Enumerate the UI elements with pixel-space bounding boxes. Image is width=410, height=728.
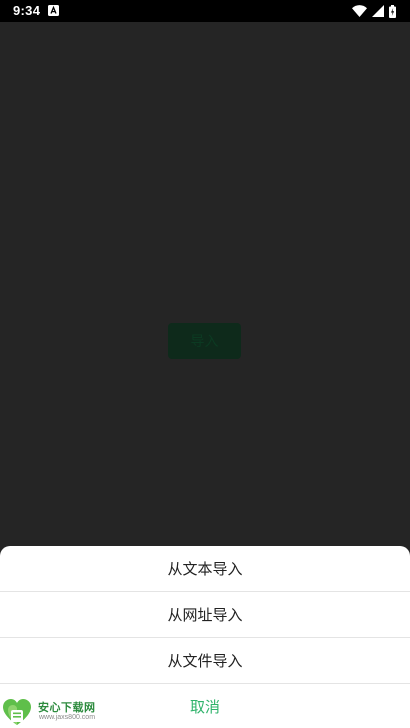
status-time: 9:34 [13, 3, 41, 18]
watermark: 安心下载网 www.jaxs800.com [0, 697, 108, 728]
import-button[interactable]: 导入 [168, 323, 241, 359]
import-from-text-option[interactable]: 从文本导入 [0, 546, 410, 592]
watermark-url: www.jaxs800.com [39, 714, 96, 721]
battery-icon [389, 4, 396, 18]
wifi-icon [352, 5, 367, 17]
status-bar: 9:34 [0, 0, 410, 22]
import-from-url-option[interactable]: 从网址导入 [0, 592, 410, 638]
watermark-site-name: 安心下载网 [38, 701, 96, 714]
import-from-file-option[interactable]: 从文件导入 [0, 638, 410, 684]
heart-logo-icon [3, 699, 31, 725]
signal-icon [372, 5, 384, 17]
status-icons [352, 4, 396, 18]
notification-a-icon [48, 5, 59, 16]
